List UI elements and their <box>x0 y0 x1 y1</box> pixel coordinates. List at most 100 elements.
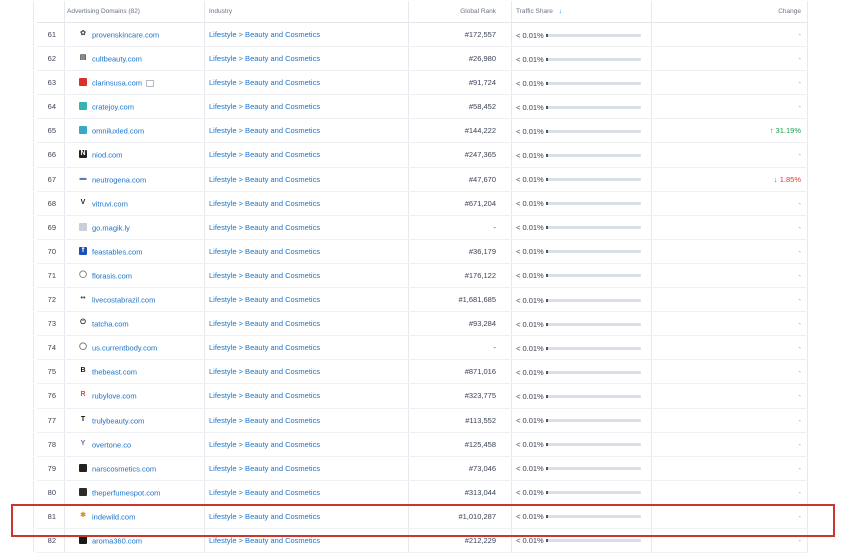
industry-link[interactable]: Lifestyle > Beauty and Cosmetics <box>209 23 409 46</box>
table-row[interactable]: 66 Nniod.com Lifestyle > Beauty and Cosmet… <box>33 143 808 168</box>
industry-link[interactable]: Lifestyle > Beauty and Cosmetics <box>209 47 409 70</box>
industry-link[interactable]: Lifestyle > Beauty and Cosmetics <box>209 192 409 215</box>
industry-link[interactable]: Lifestyle > Beauty and Cosmetics <box>209 409 409 432</box>
industry-link[interactable]: Lifestyle > Beauty and Cosmetics <box>209 168 409 191</box>
domain-link[interactable]: rubylove.com <box>92 392 137 401</box>
domain-link[interactable]: cultbeauty.com <box>92 55 142 64</box>
header-industry[interactable]: Industry <box>209 1 232 22</box>
row-number: 80 <box>47 487 56 497</box>
domain-link[interactable]: neutrogena.com <box>92 175 146 184</box>
change-value: - <box>798 222 802 232</box>
traffic-share-bar <box>546 250 641 254</box>
change-value: - <box>798 54 802 64</box>
traffic-share-value: < 0.01% <box>516 199 544 209</box>
teal-square-icon <box>79 102 87 111</box>
v-logo-icon: V <box>80 198 86 206</box>
domain-link[interactable]: clarinsusa.com <box>92 79 142 88</box>
table-row[interactable]: 70 f feastables.com Lifestyle > Beauty and … <box>33 239 808 264</box>
industry-link[interactable]: Lifestyle > Beauty and Cosmetics <box>209 119 409 142</box>
domain-link[interactable]: tatcha.com <box>92 320 129 329</box>
domain-link[interactable]: vitruvi.com <box>92 199 128 208</box>
advertising-domains-table: Advertising Domains (82) Industry Global… <box>33 1 808 553</box>
global-rank: #323,775 <box>464 391 496 401</box>
global-rank: #176,122 <box>464 270 496 280</box>
domain-cell: Yovertone.co <box>79 433 199 456</box>
header-traffic-share[interactable]: Traffic Share ↓ <box>516 1 562 22</box>
traffic-share-bar <box>546 274 641 278</box>
industry-link[interactable]: Lifestyle > Beauty and Cosmetics <box>209 360 409 383</box>
domain-link[interactable]: livecostabrazil.com <box>92 296 155 305</box>
traffic-share-bar <box>546 346 641 350</box>
table-row[interactable]: 79 narscosmetics.com Lifestyle > Beauty an… <box>33 456 808 481</box>
table-row[interactable]: 64 cratejoy.com Lifestyle > Beauty and Cos… <box>33 95 808 120</box>
domain-cell: Bthebeast.com <box>79 360 199 383</box>
domain-link[interactable]: theperfumespot.com <box>92 488 160 497</box>
change-value: - <box>798 198 802 208</box>
industry-link[interactable]: Lifestyle > Beauty and Cosmetics <box>209 312 409 335</box>
traffic-share-bar-fill <box>546 394 548 398</box>
header-global-rank[interactable]: Global Rank <box>409 1 496 22</box>
domain-link[interactable]: niod.com <box>92 151 122 160</box>
power-logo-icon: ⏻ <box>80 319 86 327</box>
industry-link[interactable]: Lifestyle > Beauty and Cosmetics <box>209 71 409 94</box>
industry-link[interactable]: Lifestyle > Beauty and Cosmetics <box>209 240 409 263</box>
domain-link[interactable]: us.currentbody.com <box>92 344 157 353</box>
industry-link[interactable]: Lifestyle > Beauty and Cosmetics <box>209 95 409 118</box>
domain-link[interactable]: feastables.com <box>92 247 142 256</box>
table-row[interactable]: 72 •• livecostabrazil.com Lifestyle > Beaut… <box>33 288 808 313</box>
table-row[interactable]: 68 Vvitruvi.com Lifestyle > Beauty and Cos… <box>33 191 808 216</box>
industry-link[interactable]: Lifestyle > Beauty and Cosmetics <box>209 433 409 456</box>
table-row[interactable]: 71 ◯ florasis.com Lifestyle > Beauty and Co… <box>33 263 808 289</box>
global-rank: #247,365 <box>464 150 496 160</box>
table-row[interactable]: 69 go.magik.ly Lifestyle > Beauty and Cosm… <box>33 215 808 240</box>
industry-link[interactable]: Lifestyle > Beauty and Cosmetics <box>209 216 409 239</box>
table-row[interactable]: 78 Yovertone.co Lifestyle > Beauty and Cos… <box>33 432 808 457</box>
domain-cell: ✿ provenskincare.com <box>79 23 199 46</box>
external-link-icon[interactable] <box>146 79 155 87</box>
domain-link[interactable]: go.magik.ly <box>92 223 130 232</box>
domain-link[interactable]: aroma360.com <box>92 536 142 545</box>
global-rank: #172,557 <box>464 30 496 39</box>
table-row[interactable]: 77 Ttrulybeauty.com Lifestyle > Beauty and… <box>33 408 808 433</box>
header-domains[interactable]: Advertising Domains (82) <box>67 1 140 22</box>
table-row[interactable]: 61 ✿ provenskincare.com Lifestyle > Beauty … <box>33 23 808 48</box>
domain-cell: go.magik.ly <box>79 216 199 239</box>
table-row[interactable]: 76 Rrubylove.com Lifestyle > Beauty and Co… <box>33 384 808 409</box>
header-traffic-share-label: Traffic Share <box>516 8 553 15</box>
industry-link[interactable]: Lifestyle > Beauty and Cosmetics <box>209 481 409 504</box>
industry-link[interactable]: Lifestyle > Beauty and Cosmetics <box>209 384 409 407</box>
domain-link[interactable]: florasis.com <box>92 271 132 280</box>
table-row[interactable]: 62 ▤ cultbeauty.com Lifestyle > Beauty and … <box>33 47 808 72</box>
domain-cell: Ttrulybeauty.com <box>79 409 199 432</box>
table-row[interactable]: 73 ⏻ tatcha.com Lifestyle > Beauty and Cosm… <box>33 312 808 337</box>
industry-link[interactable]: Lifestyle > Beauty and Cosmetics <box>209 457 409 480</box>
industry-link[interactable]: Lifestyle > Beauty and Cosmetics <box>209 264 409 287</box>
domain-link[interactable]: trulybeauty.com <box>92 416 144 425</box>
table-row[interactable]: 74 ◯ us.currentbody.com Lifestyle > Beauty … <box>33 336 808 361</box>
row-number: 79 <box>47 463 56 473</box>
domain-link[interactable]: provenskincare.com <box>92 31 159 40</box>
table-row[interactable]: 67 ▬ neutrogena.com Lifestyle > Beauty and … <box>33 167 808 192</box>
table-row[interactable]: 63 clarinsusa.com Lifestyle > Beauty and C… <box>33 71 808 96</box>
industry-link[interactable]: Lifestyle > Beauty and Cosmetics <box>209 336 409 359</box>
domain-link[interactable]: thebeast.com <box>92 368 137 377</box>
traffic-share-bar-fill <box>546 226 548 230</box>
industry-link[interactable]: Lifestyle > Beauty and Cosmetics <box>209 143 409 166</box>
dots-logo-icon: •• <box>80 295 86 303</box>
domain-link[interactable]: omniluxled.com <box>92 127 144 136</box>
traffic-share-bar-fill <box>546 491 548 495</box>
table-row[interactable]: 75 Bthebeast.com Lifestyle > Beauty and Co… <box>33 360 808 385</box>
change-value: - <box>798 415 802 425</box>
global-rank: - <box>493 222 497 232</box>
table-row[interactable]: 80 theperfumespot.com Lifestyle > Beauty a… <box>33 480 808 505</box>
table-row[interactable]: 65 omniluxled.com Lifestyle > Beauty and C… <box>33 119 808 144</box>
traffic-share-cell: < 0.01% <box>516 95 646 118</box>
row-number: 65 <box>47 126 56 136</box>
domain-link[interactable]: overtone.co <box>92 440 131 449</box>
domain-link[interactable]: cratejoy.com <box>92 103 134 112</box>
traffic-share-bar-fill <box>546 153 548 157</box>
industry-link[interactable]: Lifestyle > Beauty and Cosmetics <box>209 288 409 311</box>
arrow-down-icon[interactable]: ↓ <box>559 8 562 15</box>
header-change[interactable]: Change <box>657 1 801 22</box>
domain-link[interactable]: narscosmetics.com <box>92 464 156 473</box>
